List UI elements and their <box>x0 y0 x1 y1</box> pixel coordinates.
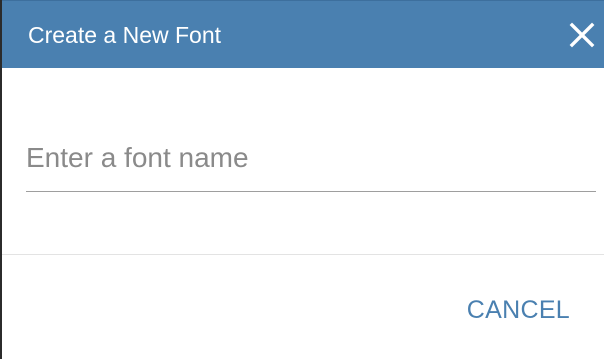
font-name-input[interactable] <box>26 136 596 180</box>
dialog-title: Create a New Font <box>28 22 222 48</box>
cancel-button[interactable]: CANCEL <box>467 295 570 325</box>
close-icon <box>569 22 595 48</box>
close-button[interactable] <box>560 11 604 59</box>
create-font-dialog: Create a New Font CANCEL <box>0 0 604 359</box>
dialog-footer: CANCEL <box>2 255 604 359</box>
font-name-field <box>26 130 596 192</box>
dialog-header: Create a New Font <box>2 0 604 68</box>
dialog-body <box>2 68 604 254</box>
